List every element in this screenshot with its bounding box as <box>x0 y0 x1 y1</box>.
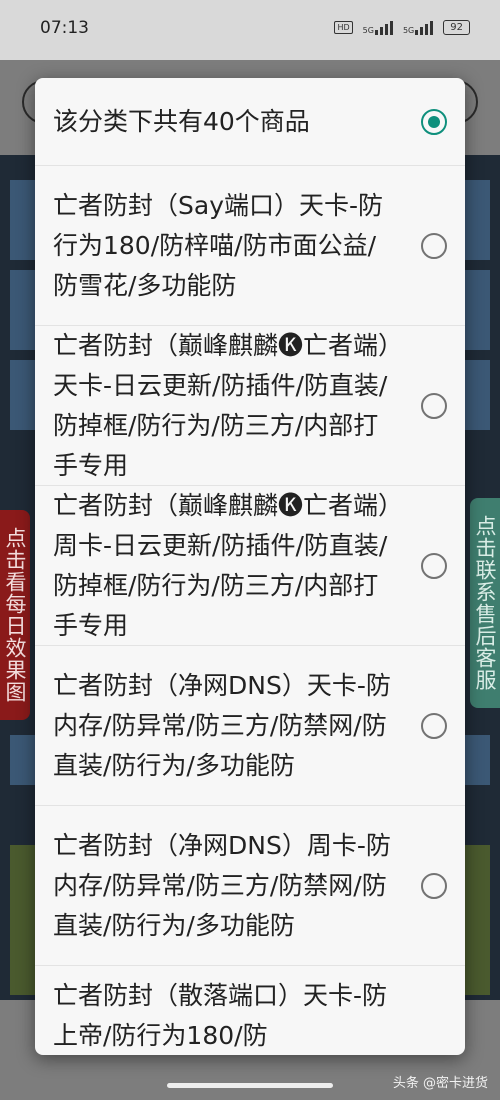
option-row[interactable]: 该分类下共有40个商品 <box>35 78 465 166</box>
battery-icon: 92 <box>443 20 470 35</box>
home-indicator[interactable] <box>167 1083 333 1088</box>
radio-button[interactable] <box>421 232 447 259</box>
option-row[interactable]: 亡者防封（Say端口）天卡-防行为180/防梓喵/防市面公益/防雪花/多功能防 <box>35 166 465 326</box>
status-icons: HD 5G 5G 92 <box>334 20 470 35</box>
product-select-dialog: 该分类下共有40个商品 亡者防封（Say端口）天卡-防行为180/防梓喵/防市面… <box>35 78 465 1055</box>
option-row[interactable]: 亡者防封（巅峰麒麟🅚亡者端）天卡-日云更新/防插件/防直装/防掉框/防行为/防三… <box>35 326 465 486</box>
status-time: 07:13 <box>40 18 89 38</box>
signal-5g-icon-2: 5G <box>402 20 434 35</box>
option-label: 亡者防封（净网DNS）天卡-防内存/防异常/防三方/防禁网/防直装/防行为/多功… <box>53 670 391 780</box>
option-row[interactable]: 亡者防封（净网DNS）周卡-防内存/防异常/防三方/防禁网/防直装/防行为/多功… <box>35 806 465 966</box>
radio-button[interactable] <box>421 392 447 419</box>
radio-button[interactable] <box>421 552 447 579</box>
option-row[interactable]: 亡者防封（巅峰麒麟🅚亡者端）周卡-日云更新/防插件/防直装/防掉框/防行为/防三… <box>35 486 465 646</box>
contact-support-tab[interactable]: 点击联系售后客服 <box>470 498 500 708</box>
option-label: 亡者防封（Say端口）天卡-防行为180/防梓喵/防市面公益/防雪花/多功能防 <box>53 190 384 300</box>
daily-effects-tab[interactable]: 点击看每日效果图 <box>0 510 30 720</box>
option-row[interactable]: 亡者防封（散落端口）天卡-防上帝/防行为180/防 <box>35 966 465 1055</box>
option-label: 亡者防封（巅峰麒麟🅚亡者端）天卡-日云更新/防插件/防直装/防掉框/防行为/防三… <box>53 330 391 480</box>
hd-icon: HD <box>334 21 353 34</box>
radio-button[interactable] <box>421 712 447 739</box>
radio-button[interactable] <box>421 872 447 899</box>
option-label: 亡者防封（净网DNS）周卡-防内存/防异常/防三方/防禁网/防直装/防行为/多功… <box>53 830 391 940</box>
option-label: 亡者防封（巅峰麒麟🅚亡者端）周卡-日云更新/防插件/防直装/防掉框/防行为/防三… <box>53 490 391 640</box>
daily-effects-label: 点击看每日效果图 <box>3 527 27 703</box>
status-bar: 07:13 HD 5G 5G 92 <box>0 0 500 60</box>
contact-support-label: 点击联系售后客服 <box>473 515 497 691</box>
radio-button[interactable] <box>421 108 447 135</box>
net-label-2: 5G <box>402 25 415 35</box>
watermark: 头条 @密卡进货 <box>392 1076 488 1091</box>
option-row[interactable]: 亡者防封（净网DNS）天卡-防内存/防异常/防三方/防禁网/防直装/防行为/多功… <box>35 646 465 806</box>
option-label: 该分类下共有40个商品 <box>53 106 310 136</box>
signal-5g-icon: 5G <box>362 20 393 35</box>
signal-bars-icon <box>374 20 393 35</box>
option-label: 亡者防封（散落端口）天卡-防上帝/防行为180/防 <box>53 981 388 1050</box>
net-label: 5G <box>362 25 374 35</box>
signal-bars-icon-2 <box>415 20 434 35</box>
